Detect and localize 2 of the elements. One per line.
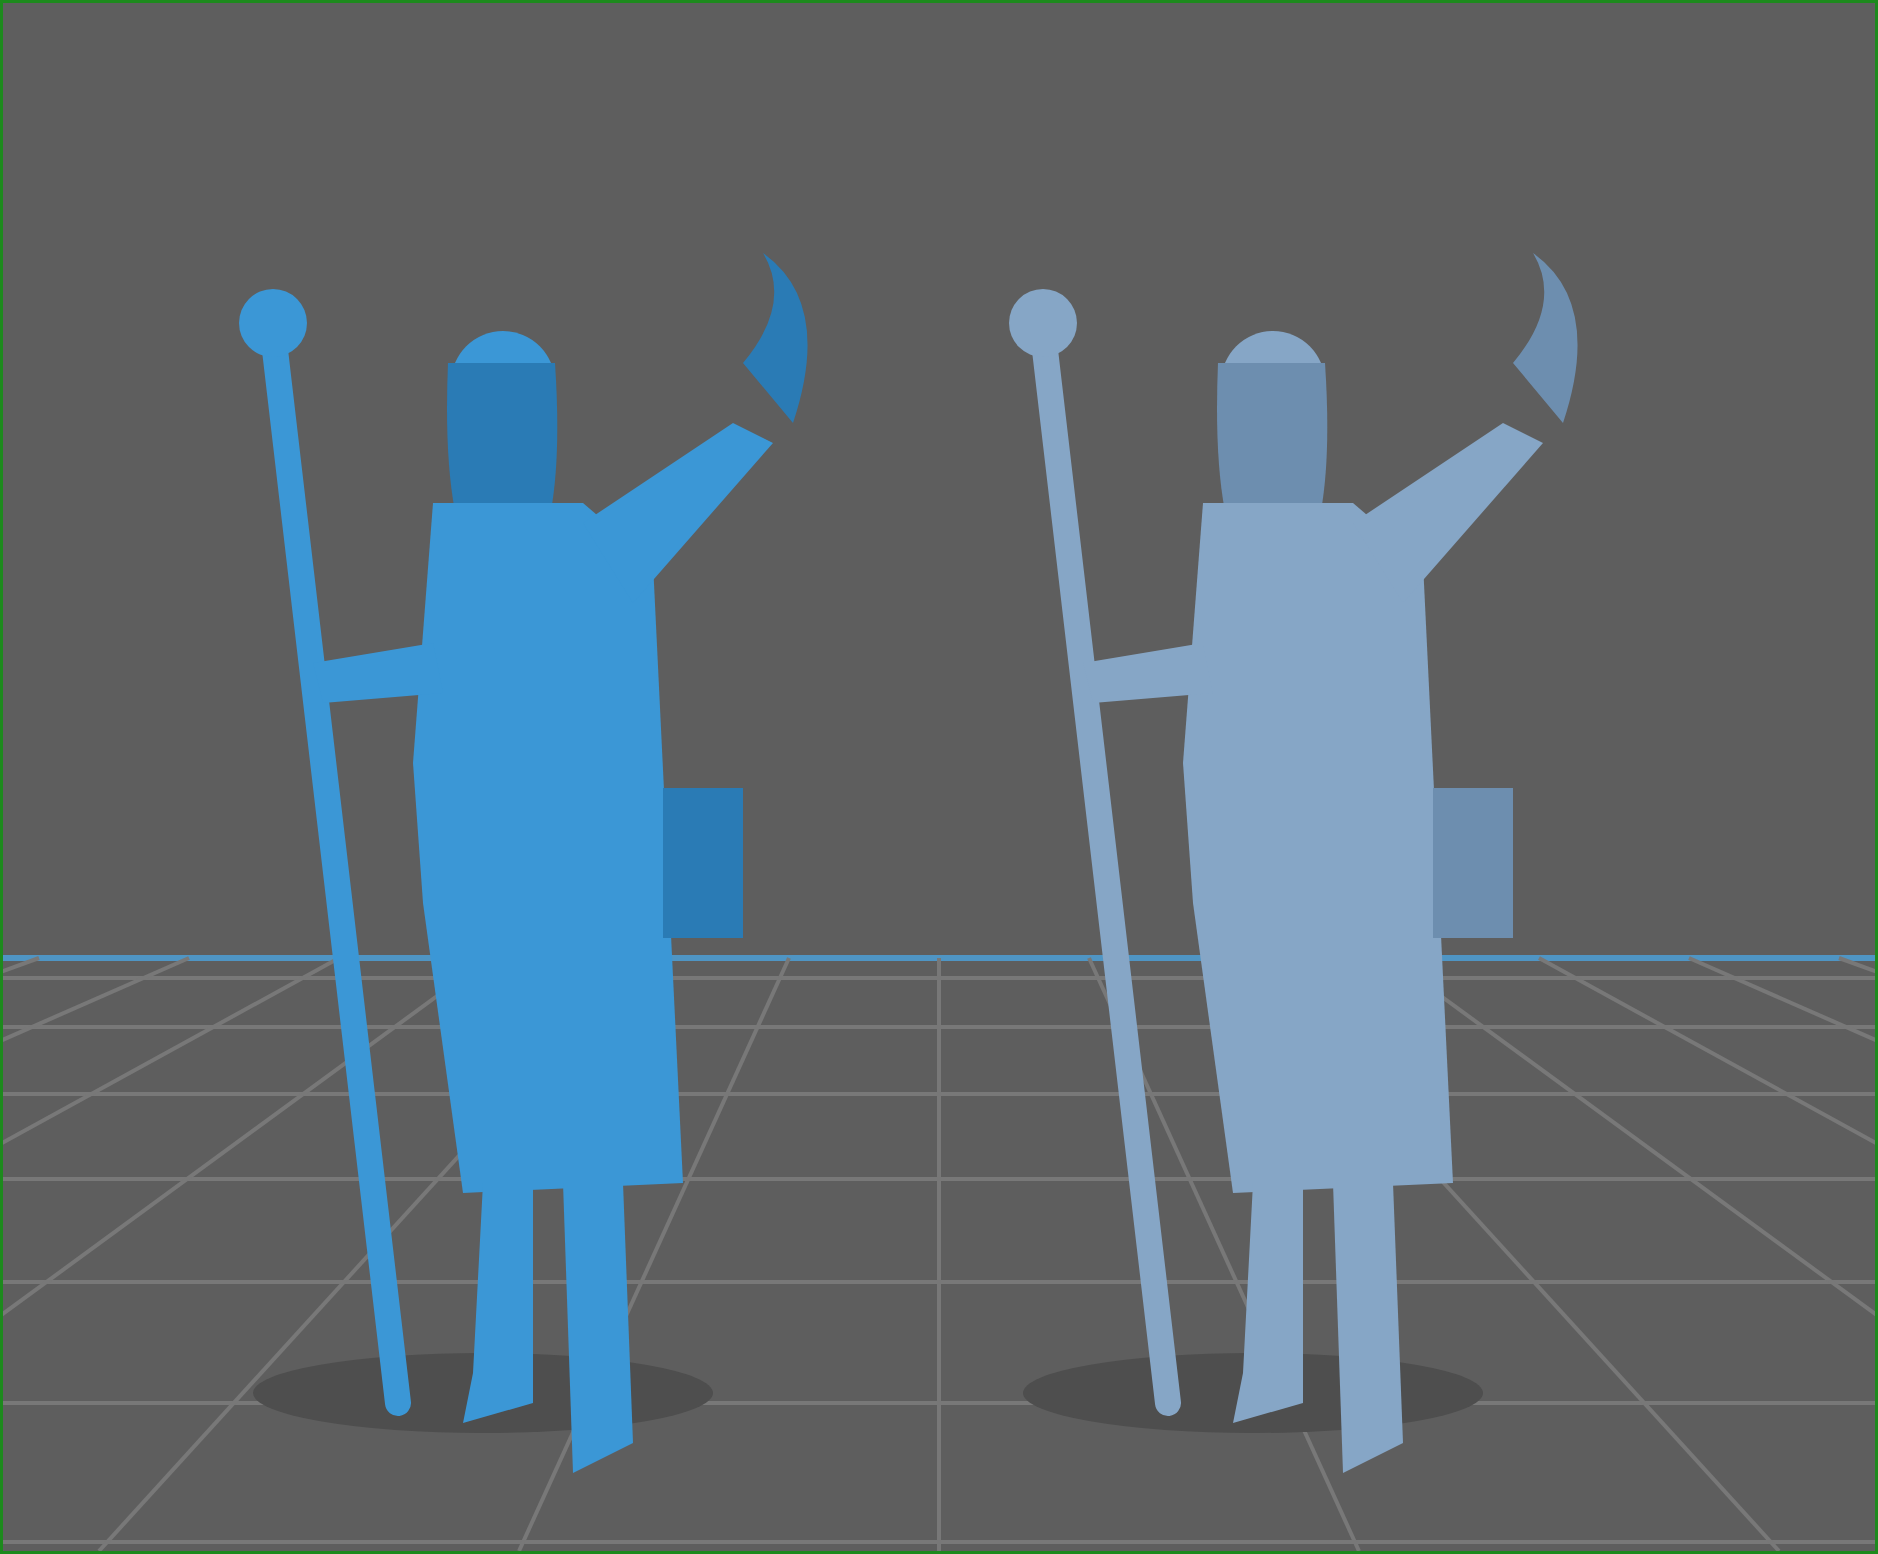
figure-model-drawing[interactable] bbox=[1009, 253, 1578, 1473]
figure-model-drawing[interactable] bbox=[239, 253, 808, 1473]
